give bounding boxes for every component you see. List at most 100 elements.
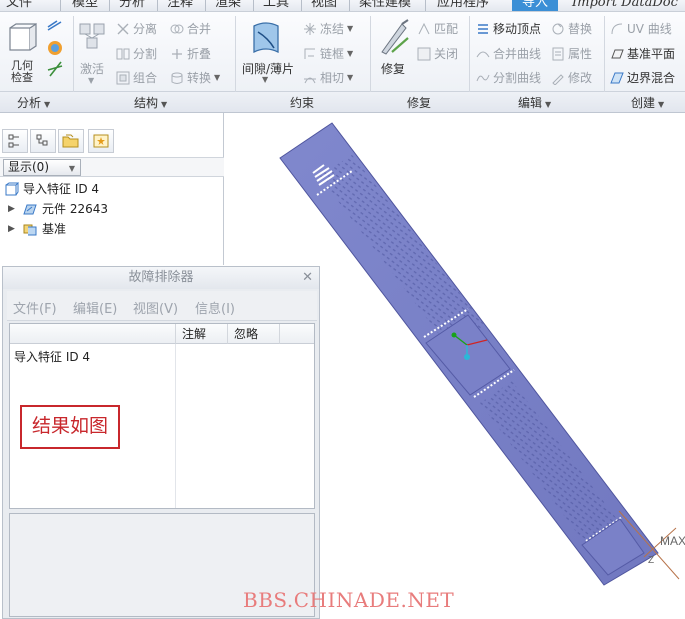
group-caret-icon: ▼: [161, 100, 168, 109]
combine-button[interactable]: 组合: [116, 69, 157, 86]
uv-curve-button[interactable]: UV 曲线: [610, 20, 672, 37]
modify-icon: [552, 73, 564, 85]
split-curve-button[interactable]: 分割曲线: [476, 69, 541, 86]
replace-button[interactable]: 替换: [551, 20, 592, 37]
tree-show-row: 显示(0) ▼: [0, 157, 224, 177]
menu-bar: 文件 模型 分析 注释 渲染 工具 视图 柔性建模 应用程序 导入 Import…: [0, 0, 685, 12]
trim-button[interactable]: 相切 ▼: [303, 69, 353, 86]
freeze-caret-icon: ▼: [347, 24, 354, 33]
move-vertex-icon: [478, 23, 488, 34]
tree-item-component[interactable]: ▶ 元件 22643: [8, 200, 108, 217]
troubleshooter-table: 注解 忽略 导入特征 ID 4 结果如图: [9, 323, 315, 509]
menu-tab-analysis[interactable]: 分析: [119, 0, 145, 11]
merge-button[interactable]: 合并: [170, 20, 211, 37]
fold-icon: [172, 48, 182, 59]
favorites-tab[interactable]: [88, 129, 114, 153]
merge-curve-button[interactable]: 合并曲线: [476, 45, 541, 62]
freeze-button[interactable]: 冻结 ▼: [303, 20, 353, 37]
move-vertex-button[interactable]: 移动顶点: [476, 20, 541, 37]
property-button[interactable]: 属性: [551, 45, 592, 62]
menu-tab-flexible-modeling[interactable]: 柔性建模: [359, 0, 411, 11]
group-caret-icon: ▼: [44, 100, 51, 109]
column-divider: [175, 344, 176, 508]
trim-icon: [304, 77, 316, 83]
property-icon: [552, 47, 564, 60]
repair-icon: [381, 19, 409, 55]
datum-icon: [23, 224, 37, 235]
group-analysis[interactable]: 分析 ▼: [17, 94, 50, 111]
activate-button[interactable]: 激活: [80, 60, 104, 77]
modify-button[interactable]: 修改: [551, 69, 592, 86]
column-header-note[interactable]: 注解: [175, 324, 227, 344]
activate-icon: [79, 23, 105, 49]
geometry-check-button[interactable]: 几何检查: [8, 60, 36, 84]
layer-tree-tab[interactable]: [30, 129, 56, 153]
tree-item-import-feature[interactable]: 导入特征 ID 4: [5, 180, 99, 197]
split-curve-icon: [476, 74, 490, 81]
menu-tab-annotate[interactable]: 注释: [167, 0, 193, 11]
watermark: BBS.CHINADE.NET: [243, 588, 455, 612]
boundary-blend-button[interactable]: 边界混合: [610, 69, 675, 86]
column-header-item[interactable]: [10, 324, 175, 344]
tree-item-datum[interactable]: ▶ 基准: [8, 220, 66, 237]
match-button[interactable]: 匹配: [417, 20, 458, 37]
layer-tree-icon: [36, 134, 48, 146]
menu-tab-model[interactable]: 模型: [72, 0, 98, 11]
merge-icon: [170, 24, 184, 33]
favorites-icon: [93, 134, 109, 148]
expand-arrow-icon[interactable]: ▶: [8, 204, 18, 214]
menu-separator: [349, 0, 350, 11]
menu-tab-render[interactable]: 渲染: [215, 0, 241, 11]
expand-arrow-icon[interactable]: ▶: [8, 224, 18, 234]
datum-plane-button[interactable]: 基准平面: [610, 45, 675, 62]
axis-label: Z: [648, 555, 654, 566]
dialog-menu-edit[interactable]: 编辑(E): [73, 298, 117, 317]
menu-tab-view[interactable]: 视图: [311, 0, 337, 11]
separate-button[interactable]: 分离: [116, 20, 157, 37]
split-button[interactable]: 分割: [116, 45, 157, 62]
tree-toolbar: [0, 127, 224, 155]
menu-tab-import-datadoc[interactable]: Import DataDoc: [572, 0, 678, 11]
convert-icon: [171, 72, 183, 84]
replace-icon: [552, 23, 564, 34]
group-edit[interactable]: 编辑 ▼: [518, 94, 551, 111]
activate-caret-icon: ▼: [88, 76, 95, 85]
folder-browser-tab[interactable]: [58, 129, 84, 153]
freeze-icon: [304, 22, 316, 35]
dialog-menu-view[interactable]: 视图(V): [133, 298, 178, 317]
fold-button[interactable]: 折叠: [170, 45, 211, 62]
separate-icon: [117, 23, 129, 34]
dialog-menu-file[interactable]: 文件(F): [13, 298, 57, 317]
close-icon[interactable]: ✕: [302, 270, 313, 285]
table-row-feature[interactable]: 导入特征 ID 4: [14, 348, 90, 365]
column-header-ignore[interactable]: 忽略: [227, 324, 279, 344]
menu-tab-tools[interactable]: 工具: [263, 0, 289, 11]
split-icon: [116, 48, 130, 59]
model-tree-tab[interactable]: [2, 129, 28, 153]
convert-caret-icon: ▼: [214, 73, 221, 82]
trim-caret-icon: ▼: [347, 73, 354, 82]
analysis-tools-icons[interactable]: [45, 18, 65, 84]
show-dropdown[interactable]: 显示(0) ▼: [3, 159, 81, 176]
group-constraint: 约束: [290, 96, 315, 110]
chain-icon: [304, 48, 315, 59]
menu-tab-file[interactable]: 文件: [6, 0, 32, 11]
show-caret-icon: ▼: [68, 164, 75, 173]
menu-tab-import[interactable]: 导入: [512, 0, 559, 11]
dialog-menu-bar: 文件(F) 编辑(E) 视图(V) 信息(I): [7, 291, 317, 321]
plate-part[interactable]: [279, 122, 659, 586]
group-create[interactable]: 创建 ▼: [631, 94, 664, 111]
menu-separator: [301, 0, 302, 11]
gap-sheet-icon: [253, 22, 279, 54]
convert-button[interactable]: 转换 ▼: [170, 69, 220, 86]
menu-separator: [205, 0, 206, 11]
model-tree-panel: 显示(0) ▼ 导入特征 ID 4 ▶ 元件 22643 ▶ 基准: [0, 113, 224, 265]
dialog-menu-info[interactable]: 信息(I): [195, 298, 235, 317]
close-button[interactable]: 关闭: [417, 45, 458, 62]
repair-button[interactable]: 修复: [381, 60, 405, 77]
group-structure[interactable]: 结构 ▼: [134, 94, 167, 111]
merge-curve-icon: [476, 51, 490, 57]
menu-tab-applications[interactable]: 应用程序: [437, 0, 489, 11]
menu-separator: [60, 0, 61, 11]
chain-button[interactable]: 链框 ▼: [303, 45, 353, 62]
